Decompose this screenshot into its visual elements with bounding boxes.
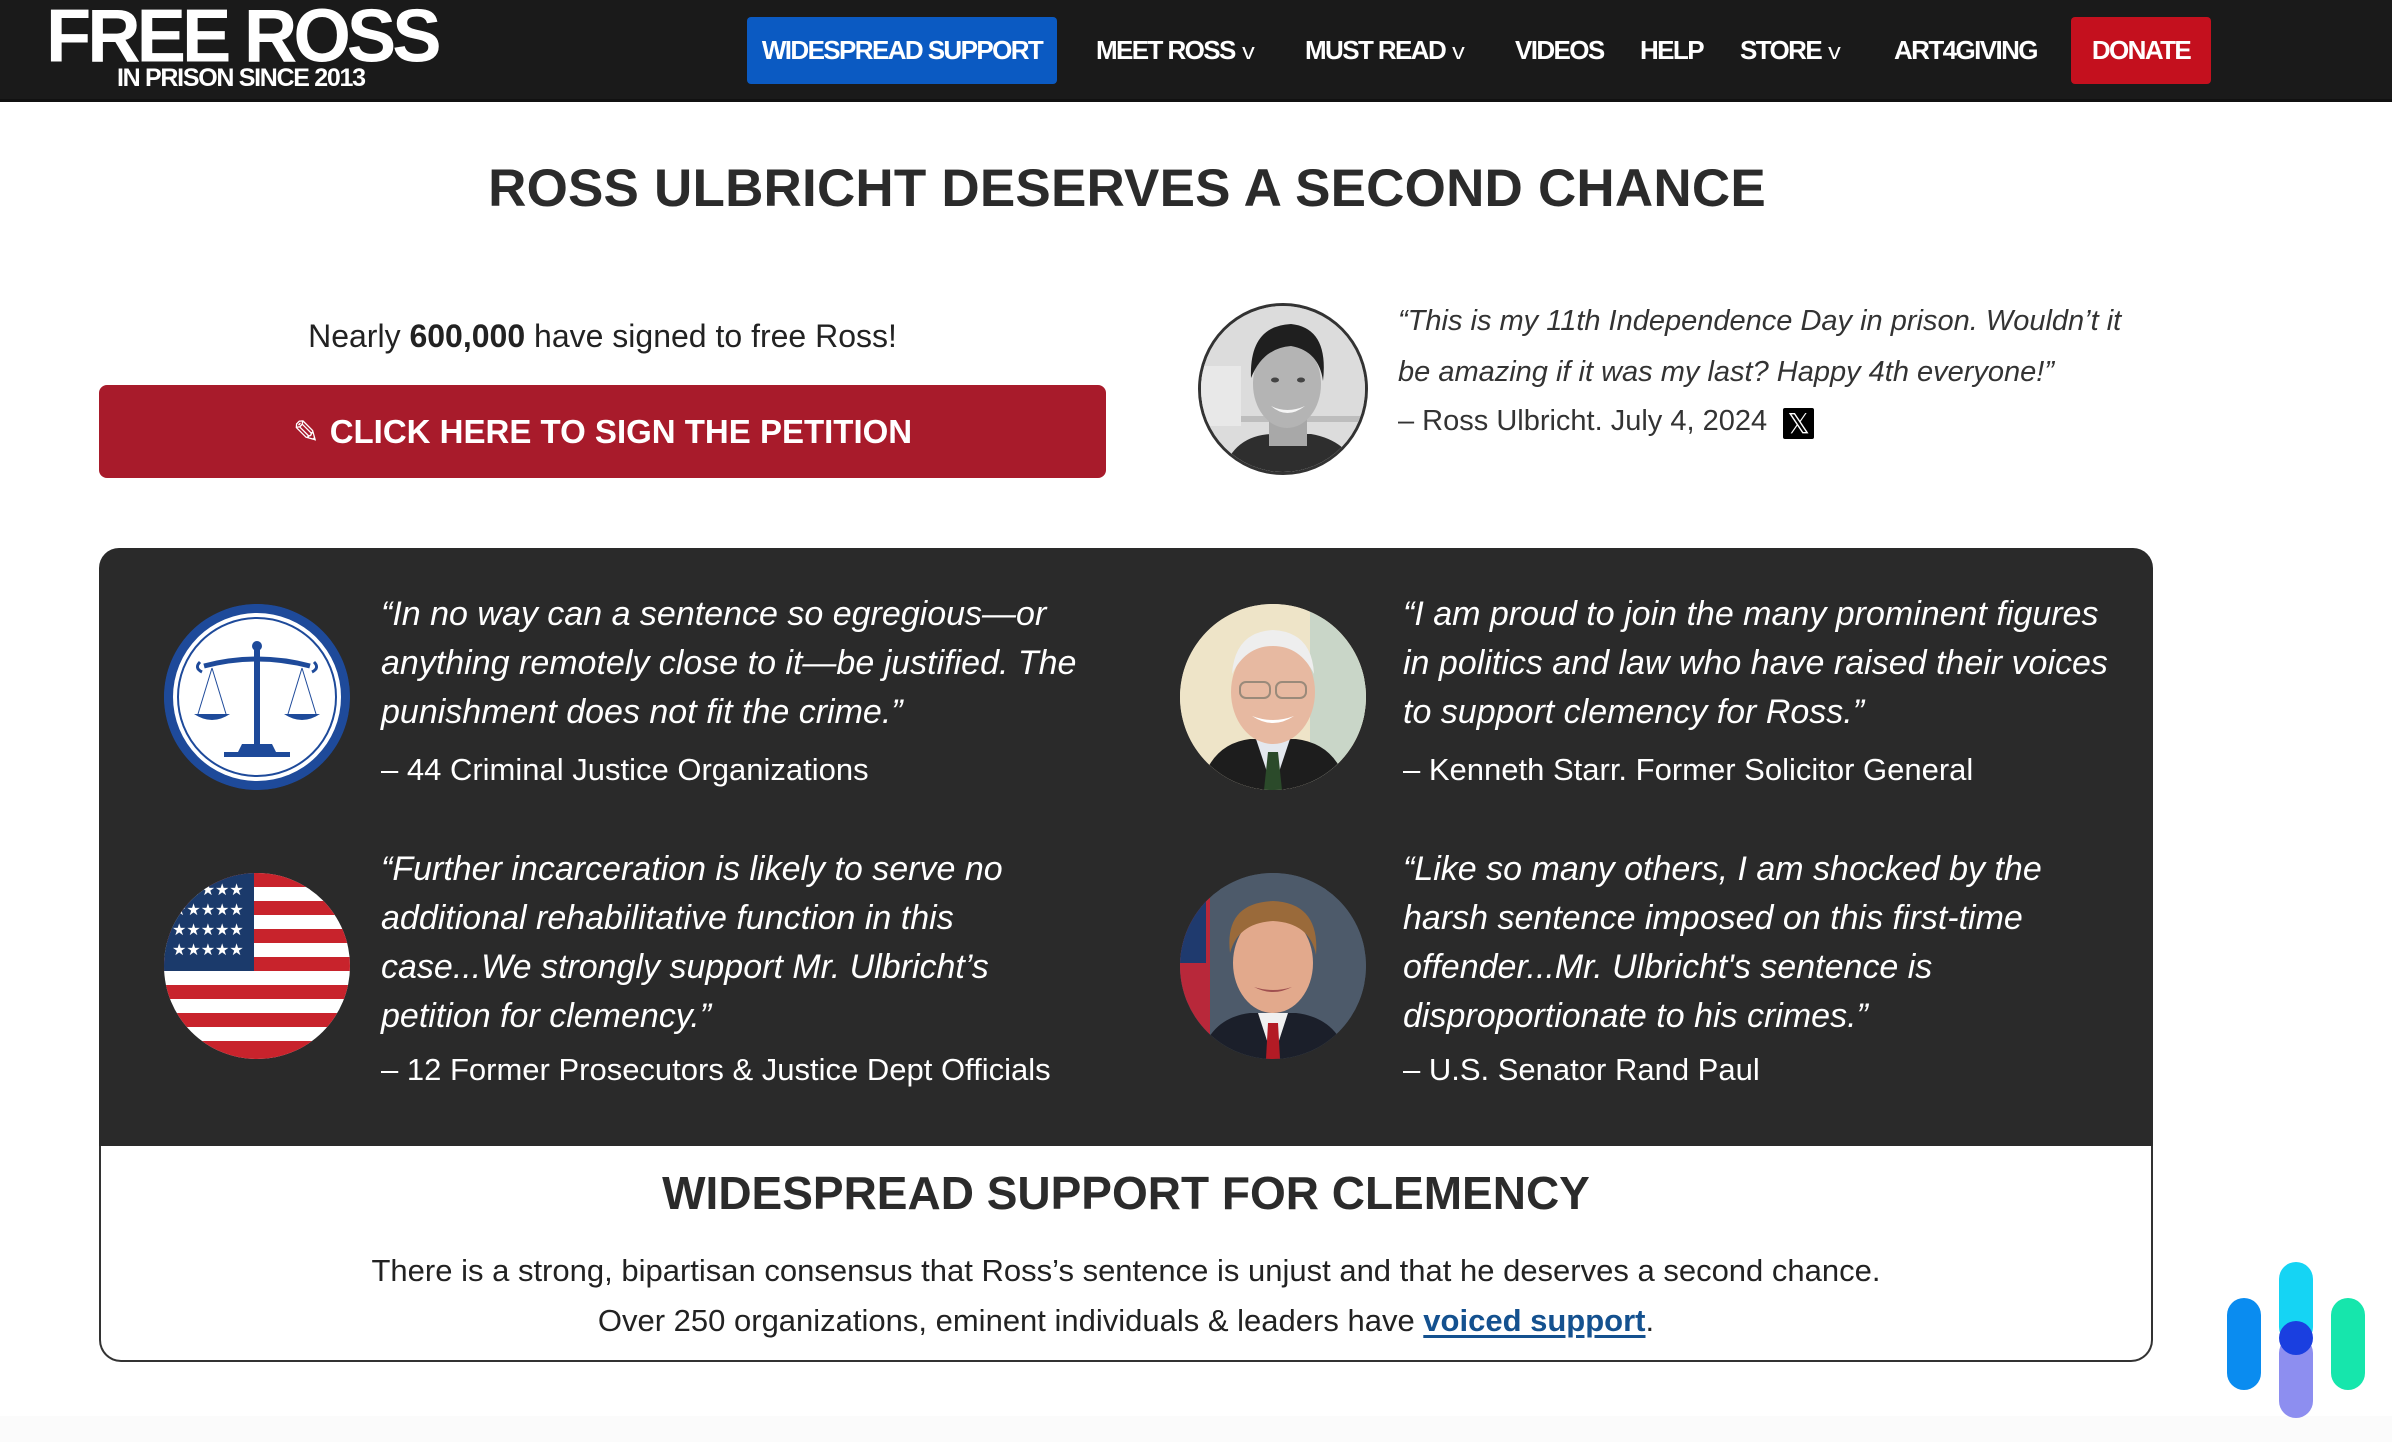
svg-text:★★★★★: ★★★★★ xyxy=(172,880,244,899)
site-logo[interactable]: FREE ROSS IN PRISON SINCE 2013 xyxy=(46,0,446,100)
svg-text:★★★★★: ★★★★★ xyxy=(172,900,244,919)
signature-count: 600,000 xyxy=(409,318,526,354)
page-footer-band xyxy=(0,1416,2392,1442)
ross-quote: “This is my 11th Independence Day in pri… xyxy=(1398,305,2122,388)
kenneth-starr-portrait xyxy=(1180,604,1366,790)
support-quotes-panel: “In no way can a sentence so egregious—o… xyxy=(99,548,2153,1146)
support-line-2-suffix: . xyxy=(1645,1303,1655,1338)
rand-paul-portrait xyxy=(1180,873,1366,1059)
nav-store[interactable]: STORE v xyxy=(1740,17,1841,84)
nav-widespread-support[interactable]: WIDESPREAD SUPPORT xyxy=(747,17,1057,84)
support-line-2: Over 250 organizations, eminent individu… xyxy=(101,1296,2151,1346)
support-quote-text: “In no way can a sentence so egregious—o… xyxy=(381,595,1077,731)
nav-label: WIDESPREAD SUPPORT xyxy=(761,35,1044,65)
support-line-2-text: Over 250 organizations, eminent individu… xyxy=(597,1303,1424,1338)
support-quote-attribution: – U.S. Senator Rand Paul xyxy=(1403,1052,1760,1087)
scales-of-justice-icon xyxy=(164,604,350,790)
ross-quote-attribution: – Ross Ulbricht. July 4, 2024 𝕏 xyxy=(1398,397,1815,445)
signed-suffix: have signed to free Ross! xyxy=(525,318,897,354)
nav-label: DONATE xyxy=(2091,35,2192,65)
nav-label: VIDEOS xyxy=(1515,35,1605,65)
support-quote-attribution: – 12 Former Prosecutors & Justice Dept O… xyxy=(381,1052,1051,1087)
ross-ulbricht-portrait xyxy=(1198,303,1368,475)
support-description: There is a strong, bipartisan consensus … xyxy=(101,1246,2151,1346)
nav-label: MUST READ xyxy=(1305,35,1447,65)
chevron-down-icon: v xyxy=(1828,39,1841,64)
security-org-logo-icon xyxy=(2225,1260,2370,1418)
svg-text:★★★★★: ★★★★★ xyxy=(172,920,244,939)
support-quote-attribution: – Kenneth Starr. Former Solicitor Genera… xyxy=(1403,752,1974,787)
svg-text:★★★★★: ★★★★★ xyxy=(172,940,244,959)
nav-label: STORE xyxy=(1740,35,1823,65)
american-flag-icon: ★★★★★ ★★★★★ ★★★★★ ★★★★★ xyxy=(164,873,350,1059)
signature-count-text: Nearly 600,000 have signed to free Ross! xyxy=(99,318,1106,355)
sign-petition-button[interactable]: ✎ CLICK HERE TO SIGN THE PETITION xyxy=(99,385,1106,478)
support-title: WIDESPREAD SUPPORT FOR CLEMENCY xyxy=(662,1167,1590,1219)
nav-help[interactable]: HELP xyxy=(1640,17,1705,84)
top-nav: FREE ROSS IN PRISON SINCE 2013 WIDESPREA… xyxy=(0,0,2392,102)
nav-label: HELP xyxy=(1640,35,1705,65)
petition-label: CLICK HERE TO SIGN THE PETITION xyxy=(329,413,913,450)
nav-meet-ross[interactable]: MEET ROSS v xyxy=(1096,17,1255,84)
nav-videos[interactable]: VIDEOS xyxy=(1515,17,1605,84)
page-title: ROSS ULBRICHT DESERVES A SECOND CHANCE xyxy=(488,159,1766,218)
support-quote-text: “Further incarceration is likely to serv… xyxy=(381,850,1003,1035)
chevron-down-icon: v xyxy=(1241,39,1255,64)
logo-subtitle: IN PRISON SINCE 2013 xyxy=(117,64,366,92)
voiced-support-link[interactable]: voiced support xyxy=(1423,1303,1645,1338)
support-quote-text: “I am proud to join the many prominent f… xyxy=(1403,595,2108,731)
donate-button[interactable]: DONATE xyxy=(2071,17,2211,84)
nav-label: MEET ROSS xyxy=(1096,35,1236,65)
support-line-1: There is a strong, bipartisan consensus … xyxy=(371,1253,1881,1288)
pencil-icon: ✎ xyxy=(292,414,320,450)
support-quote-attribution: – 44 Criminal Justice Organizations xyxy=(381,752,869,787)
signed-prefix: Nearly xyxy=(308,318,410,354)
attribution-text: – Ross Ulbricht. July 4, 2024 xyxy=(1398,405,1768,437)
chevron-down-icon: v xyxy=(1452,39,1465,64)
nav-must-read[interactable]: MUST READ v xyxy=(1305,17,1465,84)
support-quote-text: “Like so many others, I am shocked by th… xyxy=(1403,850,2042,1035)
clemency-support-box: WIDESPREAD SUPPORT FOR CLEMENCY There is… xyxy=(99,1146,2153,1362)
nav-label: ART4GIVING xyxy=(1894,35,2039,65)
x-twitter-icon[interactable]: 𝕏 xyxy=(1783,408,1815,439)
nav-art4giving[interactable]: ART4GIVING xyxy=(1894,17,2039,84)
